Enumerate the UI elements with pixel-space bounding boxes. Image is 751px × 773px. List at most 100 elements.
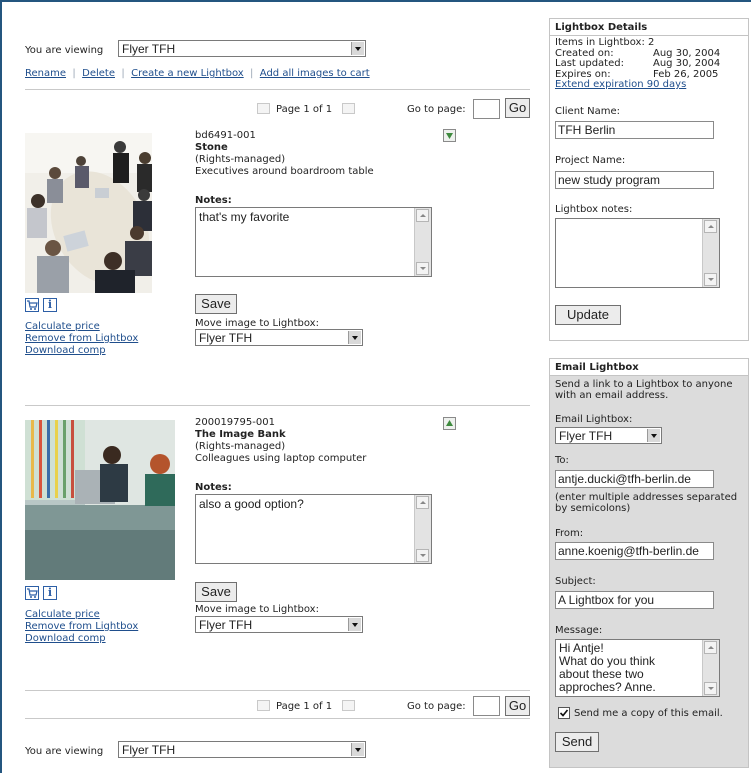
viewing-label: You are viewing [25,45,104,56]
from-label: From: [555,528,584,539]
scroll-down-icon[interactable] [704,682,717,695]
next-page-icon[interactable] [342,700,355,711]
rename-link[interactable]: Rename [25,68,66,79]
calculate-price-link[interactable]: Calculate price [25,321,138,333]
image-thumbnail-boardroom[interactable] [25,133,152,293]
notes-label: Notes: [195,482,232,493]
scroll-up-icon[interactable] [704,641,717,654]
divider [25,718,530,719]
notes-text: that's my favorite [199,210,290,224]
image-rights: (Rights-managed) [195,154,286,165]
client-name-input[interactable]: TFH Berlin [555,121,714,139]
goto-page-input[interactable] [473,696,500,716]
image-id: 200019795-001 [195,417,275,428]
next-page-icon[interactable] [342,103,355,114]
move-image-value: Flyer TFH [199,618,253,632]
download-comp-link[interactable]: Download comp [25,345,138,357]
calculate-price-link[interactable]: Calculate price [25,609,138,621]
scroll-down-icon[interactable] [704,273,717,286]
project-name-label: Project Name: [555,155,626,166]
move-image-value: Flyer TFH [199,331,253,345]
cart-glyph [27,300,38,310]
updated-value: Aug 30, 2004 [653,58,721,69]
arrow-up-glyph [446,420,453,426]
scroll-down-icon[interactable] [416,549,429,562]
scroll-up-icon[interactable] [416,209,429,222]
remove-from-lightbox-link[interactable]: Remove from Lightbox [25,333,138,345]
viewing-select[interactable]: Flyer TFH [118,741,366,758]
to-label: To: [555,455,569,466]
update-button[interactable]: Update [555,305,621,325]
hint-line: by semicolons) [555,503,631,514]
intro-line: Send a link to a Lightbox to anyone [555,379,733,390]
goto-page-label: Go to page: [407,104,466,115]
cart-icon[interactable] [25,298,39,312]
move-image-select[interactable]: Flyer TFH [195,616,363,633]
send-button[interactable]: Send [555,732,599,752]
remove-from-lightbox-link[interactable]: Remove from Lightbox [25,621,138,633]
info-icon[interactable]: i [43,586,57,600]
go-button[interactable]: Go [505,696,530,716]
move-down-icon[interactable] [443,129,456,142]
info-icon[interactable]: i [43,298,57,312]
delete-link[interactable]: Delete [82,68,115,79]
image-thumbnail-laptop[interactable] [25,420,175,580]
viewing-select[interactable]: Flyer TFH [118,40,366,57]
scroll-up-icon[interactable] [704,220,717,233]
client-name-label: Client Name: [555,106,620,117]
move-image-select[interactable]: Flyer TFH [195,329,363,346]
lightbox-meta: Items in Lightbox: 2 Created on: Aug 30, … [555,37,721,91]
email-lightbox-select[interactable]: Flyer TFH [555,427,662,444]
created-value: Aug 30, 2004 [653,47,721,59]
extend-expiration-link[interactable]: Extend expiration 90 days [555,79,720,91]
scrollbar[interactable] [414,495,431,563]
lightbox-actions: Rename | Delete | Create a new Lightbox … [25,68,370,79]
updated-label: Last updated: [555,58,624,69]
add-all-to-cart-link[interactable]: Add all images to cart [260,68,370,79]
scroll-up-icon[interactable] [416,496,429,509]
prev-page-icon[interactable] [257,700,270,711]
image-caption: Colleagues using laptop computer [195,453,367,464]
page-indicator: Page 1 of 1 [276,701,333,712]
viewing-select-value: Flyer TFH [122,743,176,757]
save-notes-button[interactable]: Save [195,582,237,602]
create-lightbox-link[interactable]: Create a new Lightbox [131,68,244,79]
image-links: Calculate price Remove from Lightbox Dow… [25,609,138,645]
message-label: Message: [555,625,603,636]
scroll-down-icon[interactable] [416,262,429,275]
image-id: bd6491-001 [195,130,256,141]
notes-textarea[interactable]: that's my favorite [195,207,432,277]
scrollbar[interactable] [702,640,719,696]
prev-page-icon[interactable] [257,103,270,114]
subject-input[interactable]: A Lightbox for you [555,591,714,609]
cart-icon[interactable] [25,586,39,600]
lightbox-notes-textarea[interactable] [555,218,720,288]
goto-page-input[interactable] [473,99,500,119]
email-intro: Send a link to a Lightbox to anyone with… [555,379,732,401]
chevron-down-icon [348,618,361,631]
from-email-input[interactable]: anne.koenig@tfh-berlin.de [555,542,714,560]
send-copy-checkbox[interactable] [558,707,570,719]
to-hint: (enter multiple addresses separated by s… [555,492,737,514]
separator: | [118,68,128,79]
viewing-label: You are viewing [25,746,104,757]
move-up-icon[interactable] [443,417,456,430]
divider [25,690,530,691]
scrollbar[interactable] [702,219,719,287]
left-frame-border [0,0,2,773]
viewing-select-value: Flyer TFH [122,42,176,56]
lightbox-notes-label: Lightbox notes: [555,204,633,215]
to-email-input[interactable]: antje.ducki@tfh-berlin.de [555,470,714,488]
scrollbar[interactable] [414,208,431,276]
go-button[interactable]: Go [505,98,530,118]
subject-label: Subject: [555,576,596,587]
image-info: 200019795-001 The Image Bank (Rights-man… [195,417,366,465]
expires-value: Feb 26, 2005 [653,68,719,80]
download-comp-link[interactable]: Download comp [25,633,138,645]
notes-textarea[interactable]: also a good option? [195,494,432,564]
save-notes-button[interactable]: Save [195,294,237,314]
project-name-input[interactable]: new study program [555,171,714,189]
message-textarea[interactable]: Hi Antje! What do you think about these … [555,639,720,697]
chevron-down-icon [351,42,364,55]
image-links: Calculate price Remove from Lightbox Dow… [25,321,138,357]
